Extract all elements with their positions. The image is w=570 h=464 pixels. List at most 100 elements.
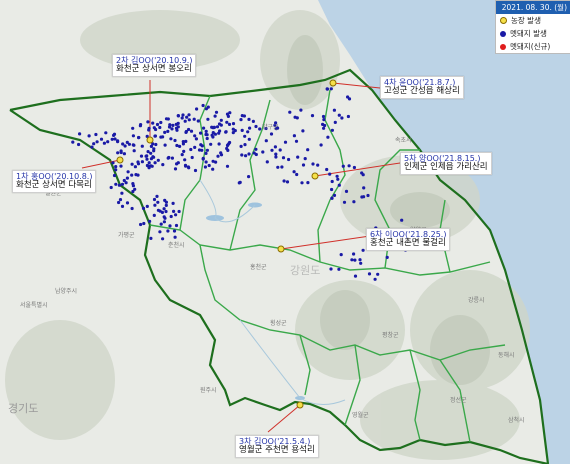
wild-boar-case-marker [120,204,125,208]
wild-boar-case-marker [219,153,224,157]
wild-boar-case-marker [210,133,214,137]
wild-boar-case-marker [118,198,123,202]
callout-outbreak-3[interactable]: 3차 김OO('21.5.4.) 영월군 주천면 용석리 [235,435,319,458]
wild-boar-case-marker [160,210,164,214]
wild-boar-case-marker [193,168,198,173]
wild-boar-case-marker [113,137,117,141]
wild-boar-case-marker [299,108,303,112]
wild-boar-case-marker [193,134,197,138]
wild-boar-case-marker [258,127,262,131]
wild-boar-case-marker [92,142,96,146]
wild-boar-case-marker [153,134,157,138]
farm-outbreak-marker[interactable] [311,172,319,180]
wild-boar-case-marker [335,174,339,178]
wild-boar-case-marker [137,135,141,140]
wild-boar-case-marker [120,182,125,186]
farm-outbreak-marker[interactable] [296,401,304,409]
wild-boar-case-marker [239,118,243,122]
wild-boar-case-marker [373,277,377,281]
wild-boar-case-marker [225,164,230,168]
wild-boar-case-marker [172,209,176,213]
wild-boar-case-marker [173,235,177,239]
wild-boar-case-marker [322,118,326,122]
wild-boar-case-marker [332,193,337,197]
wild-boar-case-marker [240,153,244,157]
wild-boar-case-marker [202,126,206,130]
wild-boar-case-marker [204,151,208,155]
callout-location: 인제군 인제읍 가리산리 [404,162,488,173]
wild-boar-case-marker [330,187,334,192]
wild-boar-case-marker [321,114,326,119]
wild-boar-case-marker [170,156,174,160]
wild-boar-case-marker [140,160,144,164]
wild-boar-case-marker [339,253,343,257]
wild-boar-case-marker [200,144,204,148]
callout-outbreak-6[interactable]: 6차 이OO('21.8.25.) 홍천군 내촌면 물걸리 [366,228,451,251]
wild-boar-case-marker [173,138,177,143]
wild-boar-case-marker [361,173,365,177]
wild-boar-case-marker [201,156,205,160]
wild-boar-case-marker [182,149,186,153]
wild-boar-case-marker [282,179,286,183]
callout-outbreak-4[interactable]: 4차 윤OO('21.8.7.) 고성군 간성읍 해상리 [380,76,464,99]
wild-boar-case-marker [201,103,205,108]
wild-boar-case-marker [162,220,166,224]
wild-boar-case-marker [158,230,162,234]
wild-boar-case-marker [130,206,134,211]
wild-boar-case-marker [104,131,108,135]
wild-boar-case-marker [346,95,350,99]
wild-boar-case-marker [109,185,113,190]
wild-boar-case-marker [311,162,315,166]
wild-boar-case-marker [197,148,202,152]
farm-outbreak-marker[interactable] [329,79,337,87]
callout-location: 화천군 상서면 다목리 [16,180,92,191]
wild-boar-case-marker [330,196,334,200]
wild-boar-case-marker [205,133,209,137]
callout-outbreak-5[interactable]: 5차 양OO('21.8.15.) 인제군 인제읍 가리산리 [400,152,492,175]
wild-boar-case-marker [114,168,118,172]
callout-outbreak-1[interactable]: 1차 홍OO('20.10.8.) 화천군 상서면 다목리 [12,170,97,193]
wild-boar-case-marker [156,208,160,212]
wild-boar-case-marker [233,129,237,133]
wild-boar-case-marker [106,140,110,144]
wild-boar-case-marker [173,167,178,171]
wild-boar-case-marker [319,143,323,147]
wild-boar-case-marker [124,181,128,185]
wild-boar-case-marker [166,229,170,233]
farm-outbreak-marker[interactable] [146,136,154,144]
wild-boar-case-marker [292,170,296,174]
farm-outbreak-marker[interactable] [277,245,285,253]
wild-boar-case-marker [152,197,157,202]
wild-boar-case-marker [205,148,209,152]
wild-boar-case-marker [214,160,218,164]
wild-boar-case-marker [187,113,191,117]
wild-boar-case-marker [330,128,334,132]
wild-boar-case-marker [246,130,250,134]
wild-boar-case-marker [116,139,120,143]
wild-boar-case-marker [323,123,327,128]
wild-boar-case-marker [159,120,163,125]
wild-boar-case-marker [228,111,232,115]
wild-boar-case-marker [116,151,120,155]
place-label-chuncheon: 춘천시 [168,242,185,249]
wild-boar-case-marker [176,121,180,125]
legend-date: 2021. 08. 30. (월) [496,1,570,14]
wild-boar-case-marker [265,160,269,164]
map-canvas[interactable]: 경기도 홍천군 횡성군 원주시 평창군 정선군 삼척시 강릉시 양양군 속초시 … [0,0,570,464]
wild-boar-case-marker [95,140,99,144]
wild-boar-case-marker [140,144,144,148]
wild-boar-case-marker [131,143,135,147]
farm-outbreak-marker[interactable] [116,156,124,164]
wild-boar-case-marker [281,156,286,160]
wild-boar-case-marker [326,135,330,139]
place-label-namyangju: 남양주시 [55,288,78,295]
wild-boar-case-marker [214,110,219,114]
wild-boar-case-marker [247,117,251,121]
wild-boar-case-marker [301,163,306,167]
wild-boar-case-marker [166,156,170,160]
wild-boar-case-marker [153,203,157,207]
callout-outbreak-2[interactable]: 2차 김OO('20.10.9.) 화천군 상서면 봉오리 [112,54,197,77]
callout-location: 고성군 간성읍 해상리 [384,86,460,97]
wild-boar-case-marker [125,176,129,180]
wild-boar-case-marker [285,180,290,184]
